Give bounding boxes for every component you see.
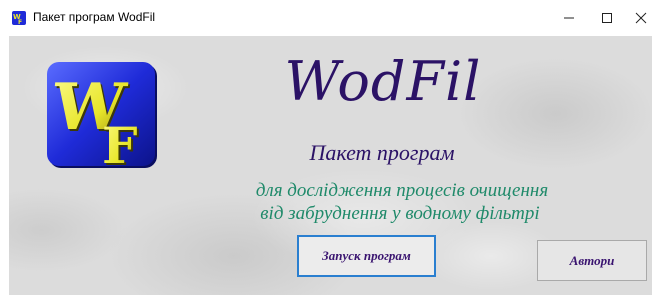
maximize-icon: [602, 13, 612, 23]
app-window: W F Пакет програм WodFil W W F F WodFil …: [0, 0, 652, 295]
window-title: Пакет програм WodFil: [33, 10, 156, 24]
launch-programs-label: Запуск програм: [322, 248, 411, 263]
wodfil-logo: W W F F: [47, 62, 157, 171]
launch-programs-button[interactable]: Запуск програм: [297, 235, 436, 277]
minimize-icon: [564, 17, 574, 19]
app-icon: W F: [12, 11, 26, 25]
window-frame-left: [0, 36, 9, 295]
logo-letter-f: F: [102, 116, 138, 171]
authors-button[interactable]: Автори: [537, 240, 647, 281]
app-name-heading: WodFil: [284, 50, 482, 113]
svg-text:F: F: [18, 19, 22, 25]
description-line-2: від забруднення у водному фільтрі: [260, 203, 540, 224]
description-line-1: для дослідження процесів очищення: [255, 180, 549, 201]
subtitle: Пакет програм: [309, 140, 455, 165]
close-button[interactable]: [618, 0, 652, 36]
title-bar[interactable]: W F Пакет програм WodFil: [0, 0, 652, 36]
close-icon: [635, 12, 647, 24]
authors-label: Автори: [569, 252, 615, 268]
